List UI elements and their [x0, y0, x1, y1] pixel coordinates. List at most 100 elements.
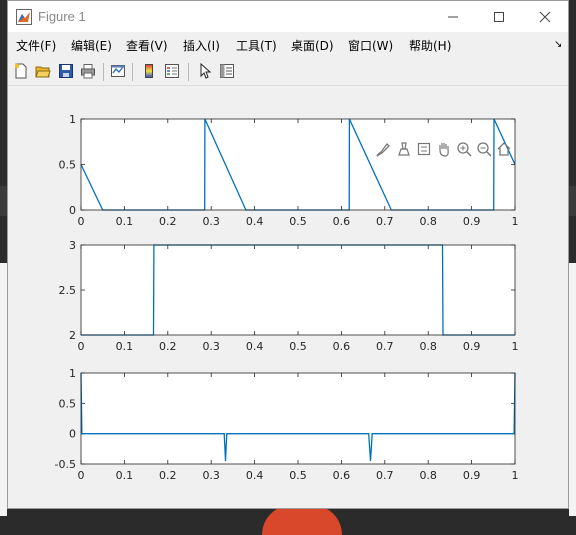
- menu-edit[interactable]: 编辑(E): [71, 37, 112, 54]
- link-plot-button[interactable]: [108, 61, 128, 81]
- new-figure-button[interactable]: [11, 61, 31, 81]
- property-inspector-icon: [220, 64, 234, 78]
- x-tick-label: 0.2: [159, 340, 177, 353]
- x-tick-label: 0.9: [463, 215, 481, 228]
- title-bar: Figure 1: [8, 1, 568, 32]
- close-icon: [539, 11, 551, 22]
- menu-tools[interactable]: 工具(T): [236, 37, 277, 54]
- pan-icon: [439, 143, 449, 157]
- x-tick-label: 0.1: [116, 215, 134, 228]
- x-tick-label: 0.4: [246, 469, 264, 482]
- menu-file[interactable]: 文件(F): [16, 37, 56, 54]
- axes-background: [81, 119, 515, 210]
- save-button[interactable]: [56, 61, 76, 81]
- window-title: Figure 1: [38, 9, 86, 24]
- axes-toolbar: [374, 139, 514, 161]
- brush-icon: [376, 143, 390, 157]
- x-tick-label: 0.5: [289, 215, 307, 228]
- close-button[interactable]: [522, 1, 568, 32]
- y-tick-label: 1: [69, 367, 76, 380]
- x-tick-label: 0.1: [116, 469, 134, 482]
- edit-plot-button[interactable]: [195, 61, 215, 81]
- save-icon: [59, 64, 73, 78]
- insert-colorbar-icon: [145, 64, 153, 78]
- zoom-in-icon: [457, 142, 472, 157]
- x-tick-label: 0.1: [116, 340, 134, 353]
- property-inspector-button[interactable]: [217, 61, 237, 81]
- print-button[interactable]: [78, 61, 98, 81]
- x-tick-label: 0.7: [376, 340, 394, 353]
- axes-background: [81, 373, 515, 464]
- menu-help[interactable]: 帮助(H): [409, 37, 451, 54]
- restore-view-button[interactable]: [414, 139, 434, 159]
- x-tick-label: 0.4: [246, 215, 264, 228]
- x-tick-label: 0.5: [289, 469, 307, 482]
- x-tick-label: 0.5: [289, 340, 307, 353]
- x-tick-label: 0: [78, 469, 85, 482]
- brush-button[interactable]: [374, 139, 394, 159]
- y-tick-label: 1: [69, 113, 76, 126]
- menu-bar: 文件(F) 编辑(E) 查看(V) 插入(I) 工具(T) 桌面(D) 窗口(W…: [8, 33, 568, 55]
- y-tick-label: 2.5: [59, 284, 77, 297]
- menu-window[interactable]: 窗口(W): [348, 37, 393, 54]
- insert-legend-button[interactable]: [162, 61, 182, 81]
- background-red-shape: [262, 505, 342, 535]
- data-tips-icon: [398, 142, 410, 156]
- x-tick-label: 1: [512, 469, 519, 482]
- x-tick-label: 0.9: [463, 469, 481, 482]
- minimize-button[interactable]: [430, 1, 476, 32]
- pan-button[interactable]: [434, 139, 454, 159]
- restore-view-icon: [417, 142, 431, 156]
- x-tick-label: 0.8: [419, 340, 437, 353]
- x-tick-label: 0.6: [333, 340, 351, 353]
- background-panel-left: [0, 263, 7, 516]
- x-tick-label: 1: [512, 340, 519, 353]
- x-tick-label: 0: [78, 215, 85, 228]
- edit-plot-cursor-icon: [200, 63, 212, 79]
- menu-insert[interactable]: 插入(I): [183, 37, 220, 54]
- open-file-button[interactable]: [33, 61, 53, 81]
- toolbar-separator: [188, 63, 189, 81]
- zoom-out-icon: [477, 142, 492, 157]
- y-tick-label: 3: [69, 239, 76, 252]
- x-tick-label: 0.7: [376, 215, 394, 228]
- y-tick-label: 0.5: [59, 397, 77, 410]
- zoom-in-button[interactable]: [454, 139, 474, 159]
- toolbar-separator: [132, 63, 133, 81]
- print-icon: [81, 64, 95, 79]
- y-tick-label: 0.5: [59, 159, 77, 172]
- x-tick-label: 0.2: [159, 469, 177, 482]
- menu-overflow-arrow-icon[interactable]: ↘: [554, 39, 562, 50]
- matlab-icon: [16, 9, 32, 25]
- y-tick-label: -0.5: [55, 458, 76, 471]
- x-tick-label: 0.7: [376, 469, 394, 482]
- axes-1: 0 0.1 0.2 0.3 0.4 0.5 0.6 0.7 0.8 0.9 1 0 0.5 1: [59, 113, 519, 228]
- minimize-icon: [448, 16, 458, 17]
- open-file-icon: [35, 66, 51, 78]
- new-figure-icon: [14, 63, 27, 79]
- x-tick-label: 0.8: [419, 215, 437, 228]
- x-tick-label: 0.3: [202, 340, 220, 353]
- axes-2: 0 0.1 0.2 0.3 0.4 0.5 0.6 0.7 0.8 0.9 1 2 2.5 3: [59, 239, 519, 353]
- menu-view[interactable]: 查看(V): [126, 37, 168, 54]
- menu-desktop[interactable]: 桌面(D): [291, 37, 334, 54]
- x-tick-label: 0: [78, 340, 85, 353]
- axes-background: [81, 245, 515, 335]
- background-panel-right: [569, 263, 576, 516]
- zoom-out-button[interactable]: [474, 139, 494, 159]
- home-icon: [497, 142, 511, 156]
- x-tick-label: 0.4: [246, 340, 264, 353]
- data-tips-button[interactable]: [394, 139, 414, 159]
- toolbar-separator: [103, 63, 104, 81]
- insert-legend-icon: [165, 64, 179, 78]
- home-button[interactable]: [494, 139, 514, 159]
- link-plot-icon: [111, 65, 125, 77]
- x-tick-label: 0.8: [419, 469, 437, 482]
- maximize-button[interactable]: [476, 1, 522, 32]
- insert-colorbar-button[interactable]: [139, 61, 159, 81]
- x-tick-label: 0.3: [202, 215, 220, 228]
- y-tick-label: 0: [69, 428, 76, 441]
- figure-window: Figure 1 文件(F) 编辑(E) 查看(V) 插入(I) 工具(T) 桌…: [7, 0, 569, 509]
- maximize-icon: [494, 11, 504, 22]
- x-tick-label: 0.9: [463, 340, 481, 353]
